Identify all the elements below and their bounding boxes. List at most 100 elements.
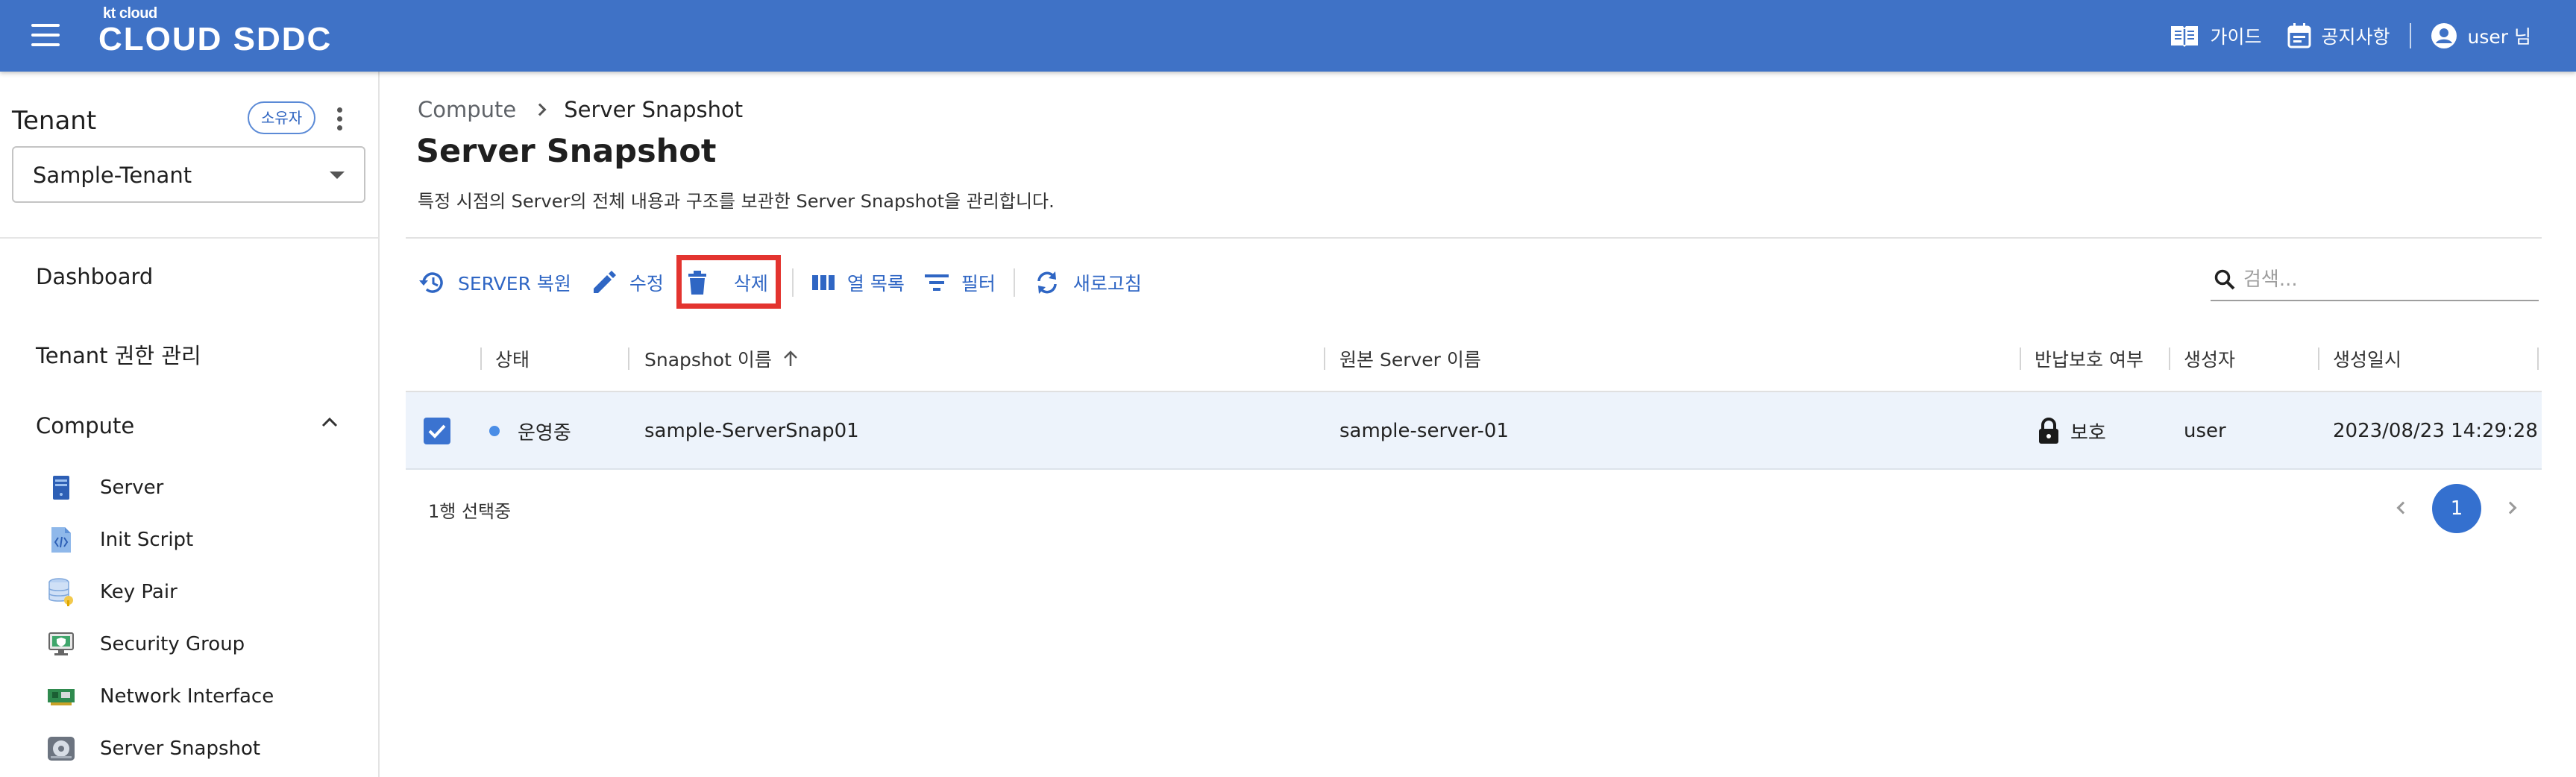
toolbar-divider xyxy=(791,268,794,297)
menu-icon[interactable] xyxy=(31,24,61,46)
column-divider xyxy=(2537,347,2539,370)
trash-icon xyxy=(688,271,706,295)
notice-link[interactable]: 공지사항 xyxy=(2287,22,2390,49)
column-header-creator[interactable]: 생성자 xyxy=(2184,325,2235,392)
sidebar-item-tenant-permission[interactable]: Tenant 권한 관리 xyxy=(36,339,201,370)
sidebar-item-dashboard[interactable]: Dashboard xyxy=(36,264,153,289)
logo-small-text: kt cloud xyxy=(103,5,157,22)
edit-label: 수정 xyxy=(629,273,664,295)
return-protect-text: 보호 xyxy=(2070,421,2106,444)
refresh-icon xyxy=(1037,271,1057,294)
more-options-icon[interactable] xyxy=(334,106,345,133)
sidebar-divider xyxy=(0,237,378,239)
script-icon xyxy=(45,523,78,556)
restore-server-button[interactable]: SERVER 복원 xyxy=(418,264,571,301)
selection-count: 1행 선택중 xyxy=(428,501,512,522)
column-header-snapshot-name[interactable]: Snapshot 이름 xyxy=(644,325,799,392)
tenant-select-value: Sample-Tenant xyxy=(33,163,192,188)
restore-server-label: SERVER 복원 xyxy=(458,273,571,295)
breadcrumb-current: Server Snapshot xyxy=(564,97,744,122)
key-pair-icon xyxy=(45,576,78,608)
network-interface-icon xyxy=(45,680,78,713)
sort-ascending-icon[interactable] xyxy=(782,350,799,368)
sidebar-item-key-pair[interactable]: Key Pair xyxy=(45,574,178,610)
search-box xyxy=(2211,259,2539,301)
source-server-cell: sample-server-01 xyxy=(1339,420,1510,442)
column-header-return-protect[interactable]: 반납보호 여부 xyxy=(2035,325,2143,392)
column-header-created-at[interactable]: 생성일시 xyxy=(2333,325,2401,392)
refresh-button[interactable]: 새로고침 xyxy=(1033,264,1142,301)
user-label: user 님 xyxy=(2467,26,2531,48)
sidebar-item-label: Server Snapshot xyxy=(100,737,261,760)
column-divider xyxy=(2169,347,2170,370)
search-icon xyxy=(2214,269,2235,290)
columns-label: 열 목록 xyxy=(846,273,905,295)
column-divider xyxy=(1324,347,1325,370)
columns-button[interactable]: 열 목록 xyxy=(811,264,905,301)
sidebar-item-label: Key Pair xyxy=(100,581,178,603)
delete-button[interactable]: 삭제 xyxy=(686,264,768,301)
notice-label: 공지사항 xyxy=(2321,26,2390,48)
sidebar-item-label: Init Script xyxy=(100,529,194,551)
breadcrumb-compute[interactable]: Compute xyxy=(418,97,516,122)
chevron-right-icon xyxy=(533,103,547,116)
sidebar-item-init-script[interactable]: Init Script xyxy=(45,522,193,558)
next-page-icon[interactable] xyxy=(2501,497,2524,519)
logo[interactable]: kt cloud CLOUD SDDC xyxy=(98,4,332,57)
guide-link[interactable]: 가이드 xyxy=(2170,22,2262,49)
sidebar-item-label: Server xyxy=(100,476,164,499)
page-description: 특정 시점의 Server의 전체 내용과 구조를 보관한 Server Sna… xyxy=(418,191,1055,212)
tenant-title: Tenant xyxy=(12,106,97,136)
lock-icon xyxy=(2039,418,2058,444)
sidebar-item-label: Security Group xyxy=(100,633,245,655)
table-row[interactable]: 운영중 sample-ServerSnap01 sample-server-01… xyxy=(406,392,2542,470)
top-right-menu: 가이드 공지사항 user 님 xyxy=(2170,0,2531,72)
filter-label: 필터 xyxy=(961,273,996,295)
chevron-up-icon[interactable] xyxy=(321,416,339,428)
sidebar-item-security-group[interactable]: Security Group xyxy=(45,626,245,662)
page-title: Server Snapshot xyxy=(416,133,717,170)
restore-icon xyxy=(419,272,443,293)
owner-badge: 소유자 xyxy=(248,101,316,134)
user-avatar-icon xyxy=(2431,23,2457,48)
snapshot-icon xyxy=(45,732,78,765)
snapshot-name-cell: sample-ServerSnap01 xyxy=(644,420,859,442)
sidebar: Tenant 소유자 Sample-Tenant Dashboard Tenan… xyxy=(0,72,380,777)
sidebar-item-compute[interactable]: Compute xyxy=(36,413,134,438)
table-header: 상태 Snapshot 이름 원본 Server 이름 반납보호 여부 생성자 … xyxy=(406,325,2542,392)
filter-button[interactable]: 필터 xyxy=(924,264,996,301)
column-divider xyxy=(480,347,482,370)
search-input[interactable] xyxy=(2243,268,2527,291)
created-at-cell: 2023/08/23 14:29:28 xyxy=(2333,420,2538,442)
column-header-status[interactable]: 상태 xyxy=(495,325,530,392)
status-cell: 운영중 xyxy=(489,392,571,470)
logo-main-text: CLOUD SDDC xyxy=(98,21,333,57)
sidebar-item-server-snapshot[interactable]: Server Snapshot xyxy=(45,731,260,767)
edit-button[interactable]: 수정 xyxy=(591,264,664,301)
page-1-button[interactable]: 1 xyxy=(2432,484,2481,533)
sidebar-item-server[interactable]: Server xyxy=(45,470,163,506)
row-checkbox[interactable] xyxy=(424,418,450,444)
toolbar-divider xyxy=(1013,268,1015,297)
caret-down-icon xyxy=(330,172,345,179)
calendar-icon xyxy=(2287,23,2310,48)
column-divider xyxy=(628,347,629,370)
user-menu[interactable]: user 님 xyxy=(2431,22,2531,49)
sidebar-item-network-interface[interactable]: Network Interface xyxy=(45,679,274,714)
refresh-label: 새로고침 xyxy=(1072,273,1142,295)
sidebar-item-label: Network Interface xyxy=(100,685,274,708)
book-icon xyxy=(2171,26,2199,47)
server-icon xyxy=(45,471,78,504)
delete-label: 삭제 xyxy=(733,273,768,295)
status-text: 운영중 xyxy=(518,421,571,444)
security-group-icon xyxy=(45,628,78,661)
toolbar: SERVER 복원 수정 삭제 열 목록 필터 새로고침 xyxy=(418,264,1142,301)
return-protect-cell: 보호 xyxy=(2038,392,2106,470)
column-divider xyxy=(2020,347,2021,370)
previous-page-icon[interactable] xyxy=(2391,497,2413,519)
columns-icon xyxy=(811,275,835,290)
column-header-source-server[interactable]: 원본 Server 이름 xyxy=(1339,325,1481,392)
breadcrumb: Compute Server Snapshot xyxy=(418,97,743,122)
guide-label: 가이드 xyxy=(2210,26,2262,48)
tenant-select[interactable]: Sample-Tenant xyxy=(12,146,365,203)
